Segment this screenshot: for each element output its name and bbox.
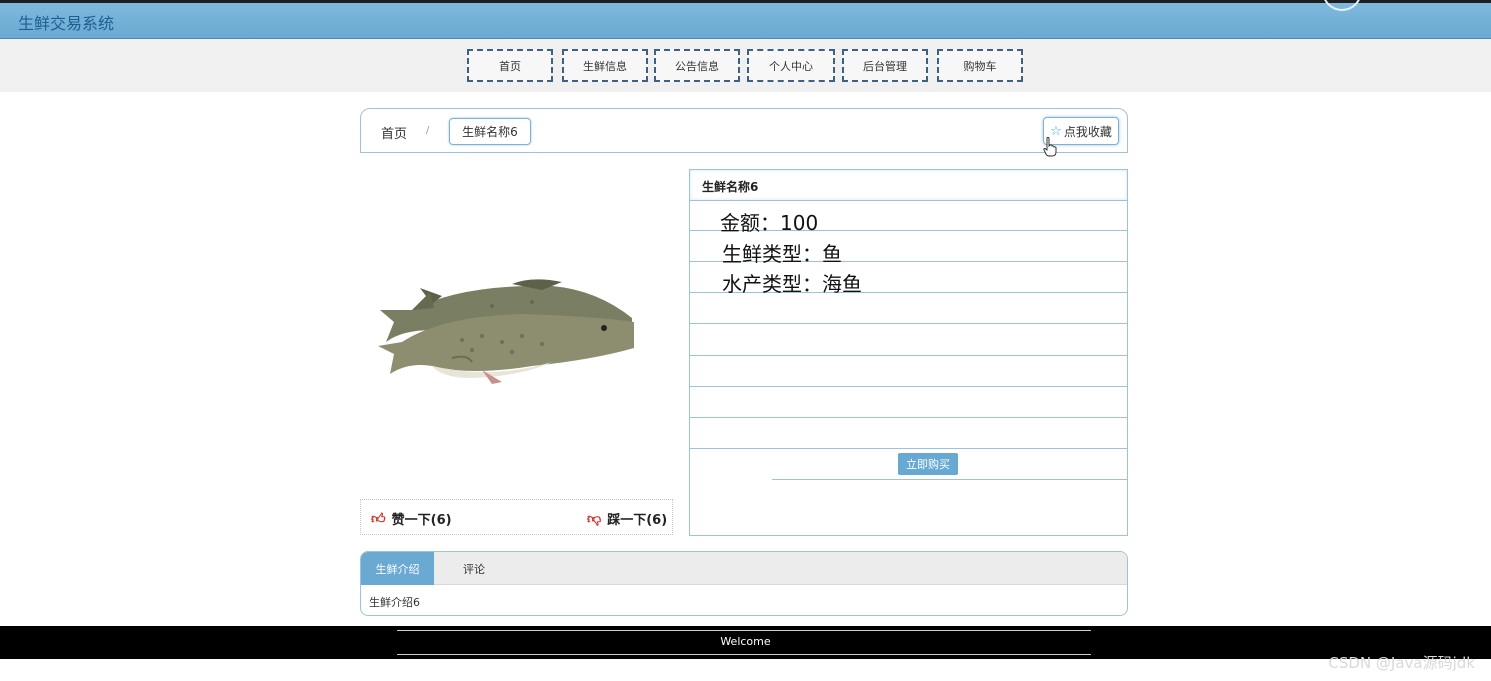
breadcrumb: 首页 / 生鲜名称6 ☆ 点我收藏 bbox=[360, 108, 1128, 153]
site-title: 生鲜交易系统 bbox=[18, 14, 115, 33]
favorite-label: 点我收藏 bbox=[1063, 124, 1112, 139]
product-aquatic-type: 水产类型：海鱼 bbox=[722, 272, 862, 296]
row-divider bbox=[690, 448, 1127, 449]
hand-cursor-icon bbox=[1043, 137, 1057, 157]
avatar[interactable] bbox=[1322, 0, 1362, 11]
nav-fresh-info[interactable]: 生鲜信息 bbox=[562, 49, 648, 82]
row-divider bbox=[690, 386, 1127, 387]
thumbs-up-icon: 👍︎ bbox=[371, 511, 386, 527]
buy-now-button[interactable]: 立即购买 bbox=[898, 453, 958, 475]
nav-personal-center[interactable]: 个人中心 bbox=[747, 49, 835, 82]
product-name: 生鲜名称6 bbox=[690, 170, 1127, 201]
overlay-patch bbox=[690, 451, 772, 481]
footer-line-bottom bbox=[397, 654, 1091, 655]
nav-admin[interactable]: 后台管理 bbox=[842, 49, 928, 82]
vote-bar: 👍︎ 赞一下(6) 👎︎ 踩一下(6) bbox=[360, 499, 673, 535]
like-button[interactable]: 👍︎ 赞一下(6) bbox=[371, 509, 452, 528]
thumbs-down-icon: 👎︎ bbox=[587, 511, 602, 527]
tab-comments[interactable]: 评论 bbox=[439, 552, 509, 585]
nav-home[interactable]: 首页 bbox=[467, 49, 553, 82]
breadcrumb-current[interactable]: 生鲜名称6 bbox=[449, 118, 531, 145]
tab-panel: 生鲜介绍 评论 生鲜介绍6 bbox=[360, 551, 1128, 616]
nav-cart[interactable]: 购物车 bbox=[937, 49, 1023, 82]
dislike-label: 踩一下(6) bbox=[607, 513, 668, 528]
footer: Welcome bbox=[0, 626, 1491, 659]
breadcrumb-separator: / bbox=[426, 125, 430, 136]
tab-strip: 生鲜介绍 评论 bbox=[361, 552, 1127, 585]
row-divider bbox=[690, 355, 1127, 356]
footer-line-top bbox=[397, 630, 1091, 631]
like-label: 赞一下(6) bbox=[391, 513, 452, 528]
dislike-button[interactable]: 👎︎ 踩一下(6) bbox=[587, 509, 667, 528]
footer-welcome: Welcome bbox=[720, 635, 771, 648]
main-nav: 首页 生鲜信息 公告信息 个人中心 后台管理 购物车 bbox=[0, 39, 1491, 92]
product-fresh-type: 生鲜类型：鱼 bbox=[722, 242, 842, 266]
product-amount: 金额：100 bbox=[720, 211, 819, 235]
watermark: CSDN @Java源码jdk bbox=[1328, 654, 1475, 672]
tab-introduction[interactable]: 生鲜介绍 bbox=[361, 552, 434, 585]
product-image bbox=[378, 279, 634, 384]
nav-announcements[interactable]: 公告信息 bbox=[654, 49, 740, 82]
top-header: 生鲜交易系统 bbox=[0, 0, 1491, 39]
row-divider bbox=[690, 323, 1127, 324]
breadcrumb-home[interactable]: 首页 bbox=[381, 123, 407, 142]
row-divider bbox=[690, 417, 1127, 418]
tab-content: 生鲜介绍6 bbox=[369, 596, 420, 609]
